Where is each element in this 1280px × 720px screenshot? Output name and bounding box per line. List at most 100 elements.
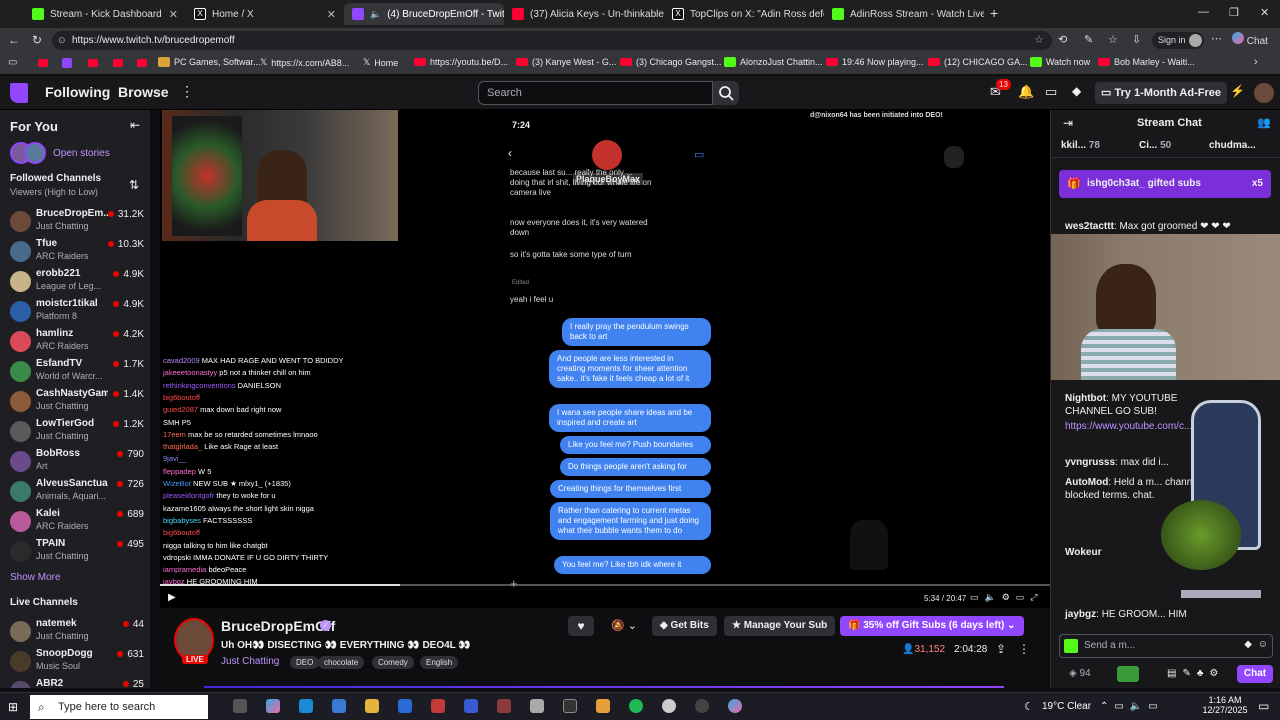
points-wrap[interactable]: ◈ 94 [1069,668,1091,679]
star-icon[interactable]: ☆ [1034,31,1044,50]
app-icon[interactable] [563,699,577,713]
more-icon[interactable]: ⋯ [1211,32,1222,45]
youtube-icon[interactable] [88,59,98,67]
bookmark-item[interactable]: (3) Kanye West - G... [516,57,616,67]
progress-bar[interactable] [160,584,1050,586]
emote-icon[interactable]: ☺ [1258,639,1268,650]
chat-username[interactable]: yvngrusss [1065,457,1115,468]
search-button[interactable] [713,81,739,105]
play-icon[interactable]: ▶ [168,592,176,603]
app-icon[interactable] [695,699,709,713]
turbo-icon[interactable]: ⚡ [1230,84,1245,98]
tab-home-x[interactable]: X Home / X ✕ [186,3,344,25]
browse-link[interactable]: Browse [118,84,169,100]
copilot-icon[interactable] [266,699,280,713]
leader-1[interactable]: kkil... 78 [1061,140,1100,151]
chat-username[interactable]: jaybgz [1065,609,1096,620]
sidebar-channel[interactable]: moistcr1tikal Platform 8 4.9K [0,296,150,326]
bookmark-item[interactable]: (12) CHICAGO GA... [928,57,1028,67]
edge-icon[interactable] [299,699,313,713]
new-tab-button[interactable]: + [990,5,998,21]
copilot-chat-button[interactable]: Chat [1232,32,1268,49]
tag-deo[interactable]: DEO [290,656,320,669]
manage-sub-button[interactable]: ★ Manage Your Sub [724,616,836,636]
sidebar-channel[interactable]: BobRoss Art 790 [0,446,150,476]
category-link[interactable]: Just Chatting [221,656,279,667]
tab-kick-dashboard[interactable]: Stream - Kick Dashboard ✕ [24,3,186,25]
app-icon[interactable] [431,699,445,713]
more-vertical-icon[interactable]: ⋮ [180,83,194,100]
bookmark-menu-icon[interactable]: ▭ [8,57,17,68]
close-icon[interactable]: ✕ [327,8,336,21]
bookmark-item[interactable]: 19:46 Now playing... [826,57,924,67]
app-icon[interactable] [728,699,742,713]
bookmark-item[interactable]: https://youtu.be/D... [414,57,508,67]
video-player[interactable]: 7:24 ‹ PlaqueBoyMax ▭ d@nixon64 has been… [160,110,1050,608]
user-avatar[interactable] [1254,83,1274,103]
weather-icon[interactable]: ☾ [1024,700,1034,713]
sidebar-channel[interactable]: erobb221 League of Leg... 4.9K [0,266,150,296]
youtube-icon[interactable] [137,59,147,67]
chevron-right-icon[interactable]: › [1254,56,1258,68]
url-field[interactable]: ⊙ https://www.twitch.tv/brucedropemoff ☆ [52,31,1052,50]
taskbar-search[interactable]: ⌕ Type here to search [30,695,208,719]
tag-chocolate[interactable]: chocolate [318,656,365,669]
more-vertical-icon[interactable]: ⋮ [1018,642,1030,656]
app-icon[interactable] [596,699,610,713]
notifications-icon[interactable]: 🔔 [1018,84,1034,100]
twitch-logo-icon[interactable] [10,83,28,103]
gift-subs-button[interactable]: 🎁 35% off Gift Subs (6 days left) ⌄ [840,616,1024,636]
claim-points-button[interactable] [1117,666,1139,682]
sidebar-channel[interactable]: EsfandTV World of Warcr... 1.7K [0,356,150,386]
notification-center-icon[interactable]: ▭ [1258,699,1269,713]
show-more-link[interactable]: Show More [10,572,61,583]
chat-input[interactable]: Send a m... ◆ ☺ [1059,634,1273,658]
tag-english[interactable]: English [420,656,459,669]
twitch-icon[interactable] [62,58,72,68]
sidebar-channel[interactable]: Tfue ARC Raiders 10.3K [0,236,150,266]
chat-username[interactable]: Wokeur [1065,547,1102,558]
bookmark-item[interactable]: PC Games, Softwar... [158,57,261,67]
sort-icon[interactable]: ⇅ [129,178,139,192]
chat-tool-icons[interactable]: ▤✎♣⚙ [1167,668,1224,679]
tab-adinross[interactable]: AdinRoss Stream - Watch Live on ✕ [824,3,984,25]
sidebar-channel[interactable]: BruceDropEm... Just Chatting 31.2K [0,206,150,236]
player-control-icons[interactable]: ▭🔈⚙▭⤢ [970,592,1043,603]
open-stories-link[interactable]: Open stories [53,148,110,159]
collapse-sidebar-icon[interactable]: ⇤ [130,118,140,132]
bookmark-item[interactable]: AlonzoJust Chattin... [724,57,823,67]
ad-free-button[interactable]: ▭ Try 1-Month Ad-Free [1095,82,1227,104]
leader-2[interactable]: Ci... 50 [1139,140,1171,151]
bookmark-item[interactable]: (3) Chicago Gangst... [620,57,722,67]
sidebar-channel[interactable]: CashNastyGam... Just Chatting 1.4K [0,386,150,416]
app-icon[interactable] [398,699,412,713]
collapse-chat-icon[interactable]: ⇥ [1063,116,1073,130]
download-icon[interactable]: ⇩ [1132,33,1141,46]
get-bits-button[interactable]: ◆ Get Bits [652,616,717,636]
extensions-icon[interactable]: ⟲ [1058,33,1067,46]
share-icon[interactable]: ⇪ [996,642,1006,656]
bookmark-item[interactable]: 𝕏 Home [363,57,398,68]
sidebar-channel[interactable]: Kalei ARC Raiders 689 [0,506,150,536]
youtube-icon[interactable] [113,59,123,67]
close-icon[interactable]: ✕ [169,8,178,21]
signin-button[interactable]: Sign in [1152,32,1204,49]
leader-3[interactable]: chudma... [1209,140,1256,151]
minimize-button[interactable]: — [1198,6,1209,18]
chat-username[interactable]: AutoMod [1065,477,1108,488]
app-icon[interactable] [497,699,511,713]
back-icon[interactable]: ← [8,33,20,47]
sidebar-channel[interactable]: hamlinz ARC Raiders 4.2K [0,326,150,356]
chat-username[interactable]: Nightbot [1065,393,1106,404]
puzzle-icon[interactable]: ✎ [1084,33,1093,46]
chat-send-button[interactable]: Chat [1237,665,1273,683]
following-link[interactable]: Following [45,84,110,100]
sidebar-channel[interactable]: AlveusSanctuary Animals, Aquari... 726 [0,476,150,506]
app-icon[interactable] [530,699,544,713]
site-info-icon[interactable]: ⊙ [58,31,66,50]
spotify-icon[interactable] [629,699,643,713]
favorites-icon[interactable]: ☆ [1108,33,1118,46]
weather-text[interactable]: 19°C Clear [1042,701,1091,712]
prime-icon[interactable]: ◆ [1072,84,1081,98]
users-icon[interactable]: 👥 [1257,116,1271,129]
